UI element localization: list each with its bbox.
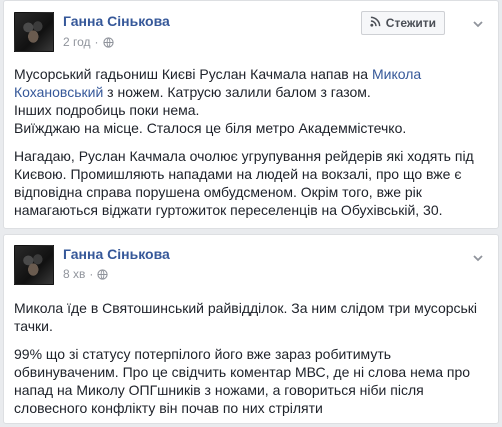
timestamp[interactable]: 2 год [63, 35, 91, 49]
post-text: Мусорський гадьониш Києві Руслан Качмала… [14, 65, 486, 229]
text-line: Виїжджаю на місце. Сталося це біля метро… [14, 120, 407, 136]
post-text: Микола їде в Святошинський райвідділок. … [14, 299, 486, 427]
follow-label: Стежити [385, 16, 436, 30]
post-paragraph: Мусорський гадьониш Києві Руслан Качмала… [14, 65, 486, 137]
globe-icon [102, 36, 114, 48]
text-segment: з ножем. Катрусю залили балом з газом. [103, 84, 371, 100]
author-name[interactable]: Ганна Сінькова [63, 246, 170, 262]
avatar[interactable] [14, 245, 54, 285]
post-meta: 2 год · [63, 35, 114, 49]
chevron-down-icon[interactable] [472, 251, 484, 263]
post-paragraph: Микола їде в Святошинський райвідділок. … [14, 300, 478, 334]
globe-icon [97, 268, 109, 280]
chevron-down-icon[interactable] [472, 17, 484, 29]
post-paragraph: Нагадаю, Руслан Качмала очолює угрупуван… [14, 148, 474, 218]
text-line: Інших подробиць поки нема. [14, 102, 200, 118]
post-paragraph: 99% що зі статусу потерпілого його вже з… [14, 346, 471, 416]
follow-button[interactable]: Стежити [360, 11, 445, 35]
separator-dot: · [89, 267, 94, 281]
author-name[interactable]: Ганна Сінькова [63, 13, 170, 29]
timestamp[interactable]: 8 хв [63, 267, 85, 281]
avatar[interactable] [14, 12, 54, 52]
post-card-1: Ганна Сінькова 2 год · Стежити Мусорськи… [3, 0, 499, 229]
separator-dot: · [94, 35, 99, 49]
rss-icon [370, 16, 381, 30]
post-meta: 8 хв · [63, 267, 109, 281]
text-segment: Мусорський гадьониш Києві Руслан Качмала… [14, 66, 372, 82]
post-card-2: Ганна Сінькова 8 хв · Микола їде в Свято… [3, 234, 499, 424]
